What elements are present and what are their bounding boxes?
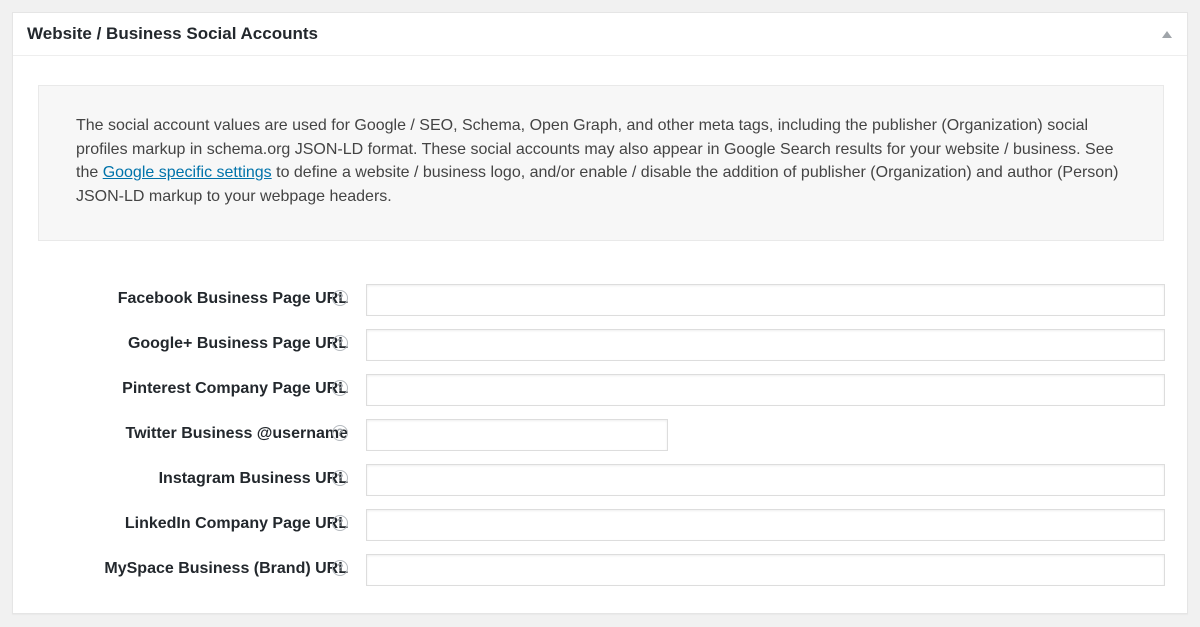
question-circle-icon[interactable]: ?	[332, 290, 348, 306]
collapse-arrow-up-icon	[1162, 30, 1172, 38]
field-row-instagram: Instagram Business URL ?	[13, 463, 1187, 496]
info-notice: The social account values are used for G…	[38, 85, 1164, 241]
metabox-header[interactable]: Website / Business Social Accounts	[13, 13, 1187, 56]
question-circle-icon[interactable]: ?	[332, 335, 348, 351]
linkedin-url-input[interactable]	[366, 509, 1165, 541]
instagram-url-input[interactable]	[366, 464, 1165, 496]
facebook-label: Facebook Business Page URL	[117, 290, 348, 307]
metabox-title: Website / Business Social Accounts	[27, 24, 318, 43]
instagram-label: Instagram Business URL	[158, 470, 348, 487]
google-settings-link[interactable]: Google specific settings	[103, 164, 272, 181]
question-circle-icon[interactable]: ?	[332, 515, 348, 531]
pinterest-url-input[interactable]	[366, 374, 1165, 406]
question-circle-icon[interactable]: ?	[332, 470, 348, 486]
field-row-myspace: MySpace Business (Brand) URL ?	[13, 553, 1187, 586]
question-circle-icon[interactable]: ?	[332, 425, 348, 441]
question-circle-icon[interactable]: ?	[332, 560, 348, 576]
linkedin-label: LinkedIn Company Page URL	[124, 515, 348, 532]
field-row-pinterest: Pinterest Company Page URL ?	[13, 373, 1187, 406]
googleplus-label: Google+ Business Page URL	[127, 335, 348, 352]
toggle-panel-button[interactable]	[1157, 24, 1177, 44]
social-accounts-metabox: Website / Business Social Accounts The s…	[12, 12, 1188, 614]
field-row-linkedin: LinkedIn Company Page URL ?	[13, 508, 1187, 541]
field-row-facebook: Facebook Business Page URL ?	[13, 283, 1187, 316]
myspace-label: MySpace Business (Brand) URL	[104, 560, 348, 577]
field-row-twitter: Twitter Business @username ?	[13, 418, 1187, 451]
field-row-googleplus: Google+ Business Page URL ?	[13, 328, 1187, 361]
twitter-label: Twitter Business @username	[125, 425, 348, 442]
twitter-username-input[interactable]	[366, 419, 668, 451]
question-circle-icon[interactable]: ?	[332, 380, 348, 396]
facebook-url-input[interactable]	[366, 284, 1165, 316]
googleplus-url-input[interactable]	[366, 329, 1165, 361]
pinterest-label: Pinterest Company Page URL	[122, 380, 348, 397]
myspace-url-input[interactable]	[366, 554, 1165, 586]
